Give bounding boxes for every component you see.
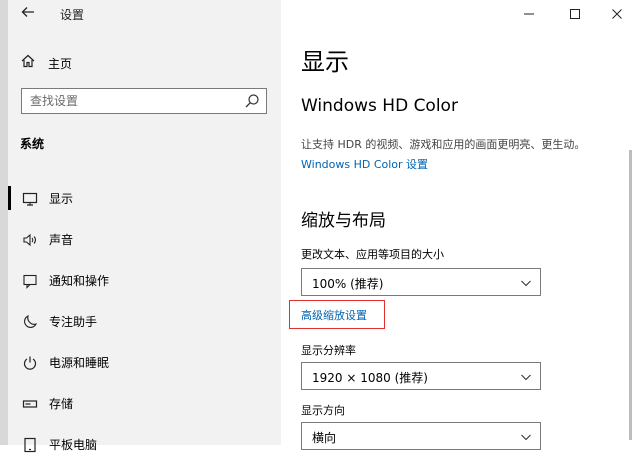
close-button[interactable] bbox=[597, 2, 637, 26]
sidebar-item-label: 电源和睡眠 bbox=[49, 356, 110, 370]
chevron-down-icon bbox=[521, 434, 531, 441]
resolution-dropdown[interactable]: 1920 × 1080 (推荐) bbox=[301, 362, 541, 390]
scale-heading: 缩放与布局 bbox=[301, 211, 386, 231]
sidebar-item-display[interactable]: 显示 bbox=[0, 178, 281, 219]
orientation-dropdown[interactable]: 横向 bbox=[301, 422, 541, 450]
sidebar-item-label: 声音 bbox=[49, 233, 74, 247]
notification-icon bbox=[21, 273, 39, 289]
active-indicator bbox=[8, 186, 11, 210]
sidebar-item-label: 存储 bbox=[49, 397, 74, 411]
sidebar: 设置 主页 系统 显示 声音 通知和操作 bbox=[0, 0, 281, 452]
sidebar-item-power-sleep[interactable]: 电源和睡眠 bbox=[0, 342, 281, 383]
sidebar-item-notifications[interactable]: 通知和操作 bbox=[0, 260, 281, 301]
hdr-heading: Windows HD Color bbox=[301, 96, 458, 116]
hdr-description: 让支持 HDR 的视频、游戏和应用的画面更明亮、更生动。 bbox=[301, 138, 586, 151]
display-icon bbox=[21, 191, 39, 207]
chevron-down-icon bbox=[521, 374, 531, 381]
search-input[interactable] bbox=[30, 92, 230, 110]
moon-icon bbox=[21, 314, 39, 330]
home-label: 主页 bbox=[48, 56, 73, 71]
scale-dropdown[interactable]: 100% (推荐) bbox=[301, 268, 541, 296]
search-icon[interactable] bbox=[244, 93, 260, 109]
chevron-down-icon bbox=[521, 280, 531, 287]
search-box[interactable] bbox=[21, 88, 267, 114]
orientation-value: 横向 bbox=[312, 431, 337, 445]
content-pane: 显示 Windows HD Color 让支持 HDR 的视频、游戏和应用的画面… bbox=[281, 0, 637, 450]
orientation-label: 显示方向 bbox=[301, 404, 345, 417]
speaker-icon bbox=[21, 232, 39, 248]
close-icon bbox=[612, 9, 622, 19]
minimize-button[interactable] bbox=[509, 2, 549, 26]
sidebar-item-label: 显示 bbox=[49, 192, 74, 206]
maximize-button[interactable] bbox=[555, 2, 595, 26]
hdr-settings-link[interactable]: Windows HD Color 设置 bbox=[301, 156, 428, 172]
advanced-scaling-link[interactable]: 高级缩放设置 bbox=[301, 307, 367, 323]
minimize-icon bbox=[524, 13, 534, 15]
power-icon bbox=[21, 355, 39, 371]
sidebar-item-storage[interactable]: 存储 bbox=[0, 383, 281, 424]
scrollbar[interactable] bbox=[629, 150, 632, 440]
size-label: 更改文本、应用等项目的大小 bbox=[301, 248, 444, 261]
page-title: 显示 bbox=[301, 48, 349, 76]
scale-value: 100% (推荐) bbox=[312, 277, 384, 291]
arrow-left-icon bbox=[21, 7, 34, 17]
section-title: 系统 bbox=[20, 137, 45, 151]
home-link[interactable]: 主页 bbox=[20, 52, 72, 74]
resolution-label: 显示分辨率 bbox=[301, 344, 356, 357]
sidebar-item-sound[interactable]: 声音 bbox=[0, 219, 281, 260]
home-icon bbox=[20, 53, 38, 73]
app-title: 设置 bbox=[60, 8, 85, 22]
sidebar-item-label: 通知和操作 bbox=[49, 274, 110, 288]
nav-list: 显示 声音 通知和操作 专注助手 电源和睡眠 存储 平板电脑 bbox=[0, 178, 281, 465]
resolution-value: 1920 × 1080 (推荐) bbox=[312, 371, 428, 385]
sidebar-item-label: 专注助手 bbox=[49, 315, 98, 329]
maximize-icon bbox=[570, 9, 580, 19]
back-button[interactable] bbox=[16, 4, 40, 26]
sidebar-item-focus-assist[interactable]: 专注助手 bbox=[0, 301, 281, 342]
storage-icon bbox=[21, 396, 39, 412]
